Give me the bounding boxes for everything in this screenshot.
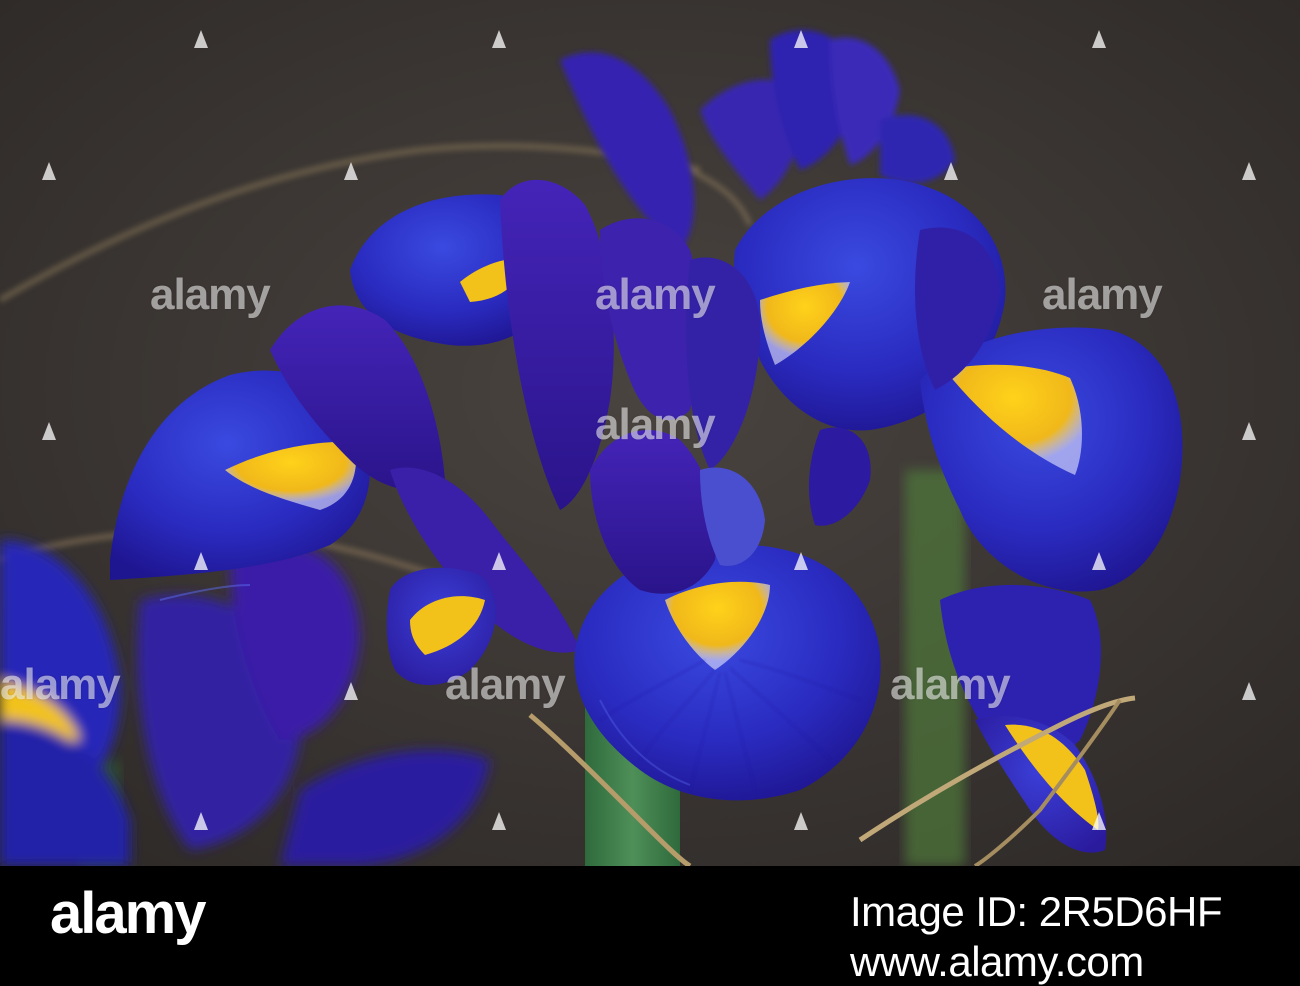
- watermark: alamy: [595, 400, 716, 449]
- watermark-mark-icon: [492, 30, 506, 48]
- image-id-block: Image ID: 2R5D6HF www.alamy.com: [850, 888, 1222, 986]
- watermark-mark-icon: [1092, 30, 1106, 48]
- footer-bar: alamy Image ID: 2R5D6HF www.alamy.com: [0, 866, 1300, 985]
- watermark: alamy: [445, 660, 566, 709]
- watermark-mark-icon: [194, 812, 208, 830]
- image-id-label: Image ID:: [850, 888, 1028, 935]
- image-id-value: 2R5D6HF: [1038, 888, 1223, 935]
- watermark-mark-icon: [492, 812, 506, 830]
- watermark-mark-icon: [42, 422, 56, 440]
- watermark-mark-icon: [1242, 162, 1256, 180]
- watermark-mark-icon: [944, 162, 958, 180]
- watermark: alamy: [890, 660, 1011, 709]
- watermark-mark-icon: [794, 30, 808, 48]
- watermark-mark-icon: [794, 812, 808, 830]
- watermark-mark-icon: [1092, 552, 1106, 570]
- watermark: alamy: [150, 270, 271, 319]
- alamy-logo: alamy: [50, 881, 206, 946]
- watermark-mark-icon: [1242, 682, 1256, 700]
- watermark: alamy: [0, 660, 121, 709]
- watermark-mark-icon: [42, 162, 56, 180]
- watermark-mark-icon: [492, 552, 506, 570]
- site-url: www.alamy.com: [850, 938, 1144, 985]
- watermark-mark-icon: [344, 682, 358, 700]
- watermark-mark-icon: [794, 552, 808, 570]
- watermark-mark-icon: [194, 552, 208, 570]
- watermark-mark-icon: [194, 30, 208, 48]
- photo-stage: alamy alamy alamy alamy alamy alamy alam…: [0, 0, 1300, 866]
- watermark: alamy: [1042, 270, 1163, 319]
- watermark-mark-icon: [344, 162, 358, 180]
- watermark: alamy: [595, 270, 716, 319]
- watermark-mark-icon: [1092, 812, 1106, 830]
- watermark-mark-icon: [1242, 422, 1256, 440]
